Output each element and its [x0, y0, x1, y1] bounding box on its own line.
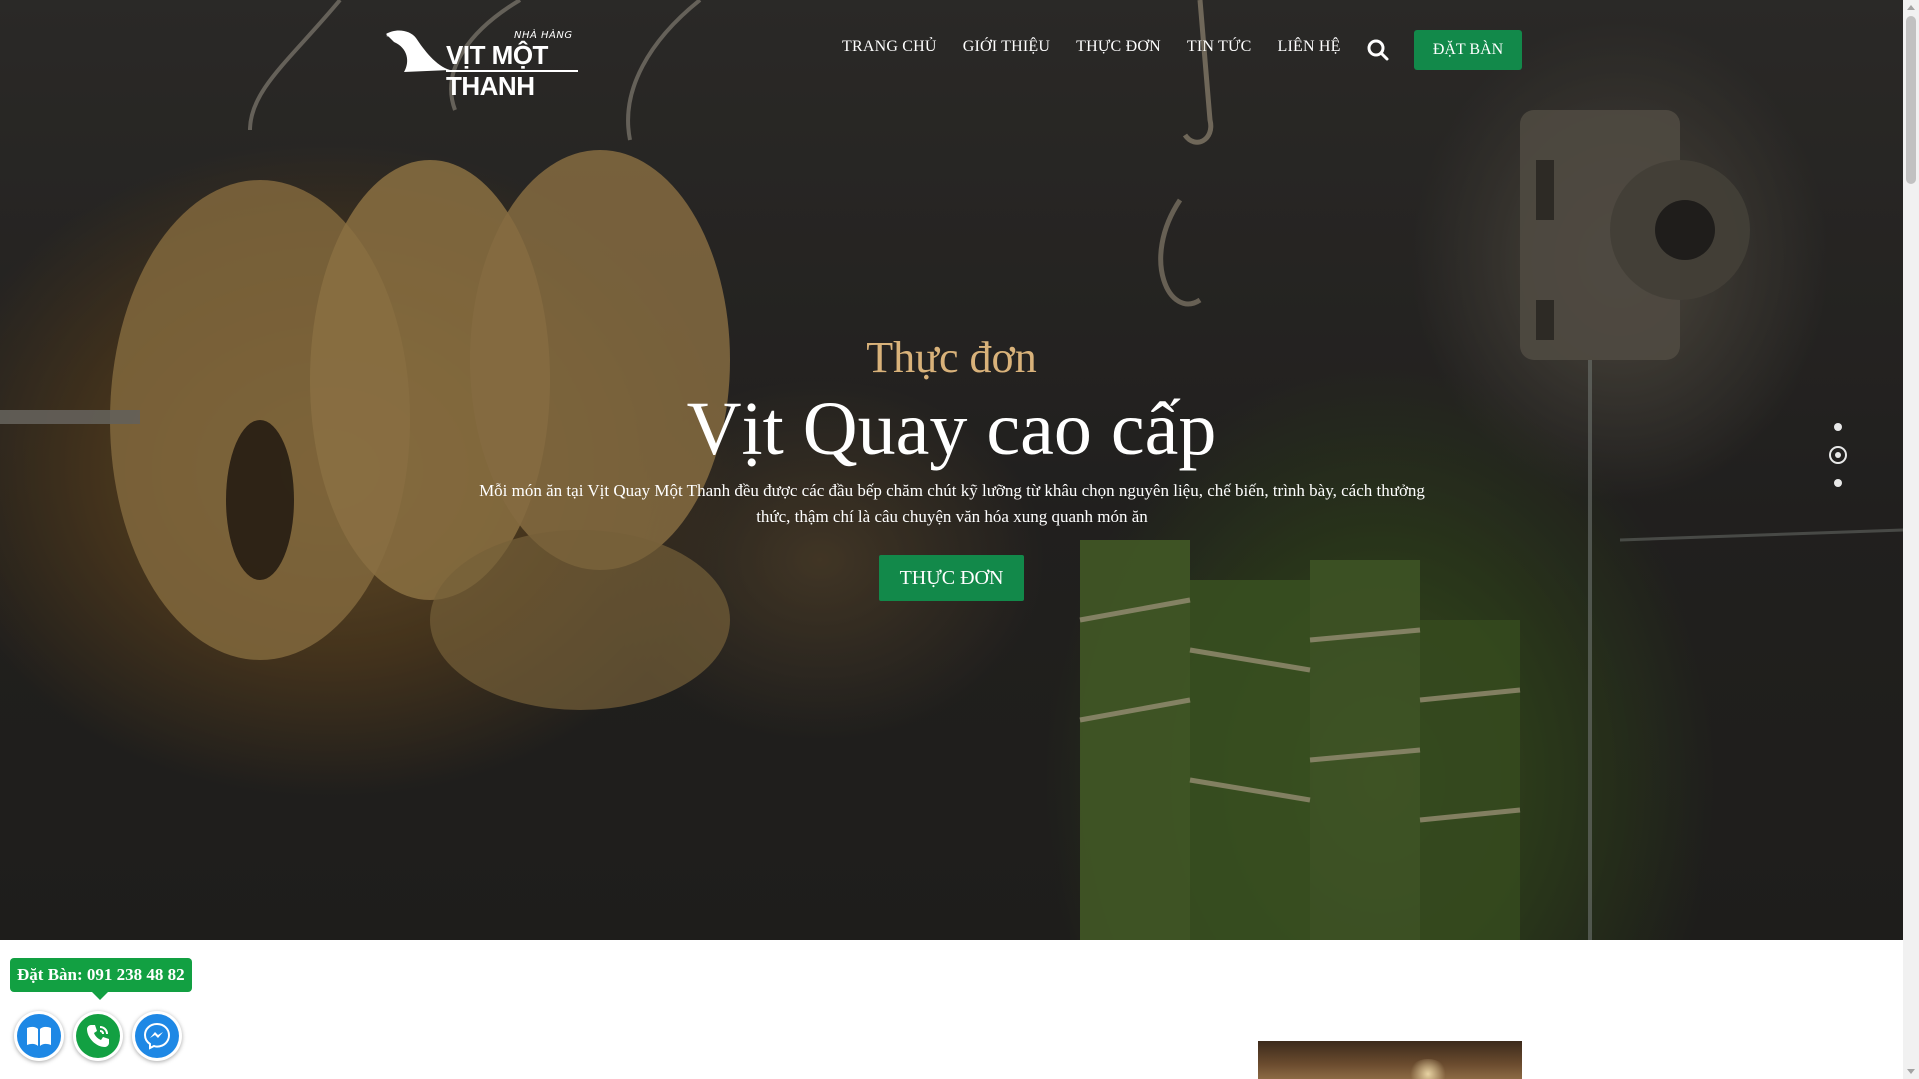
menu-book-icon: [27, 1026, 51, 1046]
phone-icon: [87, 1025, 109, 1047]
featured-dish-image: [1258, 1041, 1522, 1079]
slider-dot-2-active[interactable]: [1829, 446, 1847, 464]
nav-item-menu[interactable]: THỰC ĐƠN: [1076, 38, 1161, 56]
search-icon: [1367, 39, 1389, 61]
book-table-button[interactable]: ĐẶT BÀN: [1414, 30, 1522, 70]
page-scrollbar[interactable]: [1903, 0, 1919, 1079]
hero-title: Vịt Quay cao cấp: [686, 387, 1217, 471]
phone-booking-tag[interactable]: Đặt Bàn: 091 238 48 82: [10, 958, 192, 1000]
page-viewport: NHÀ HÀNG VỊT MỘT THANH TRANG CHỦ GIỚI TH…: [0, 0, 1903, 1079]
nav-item-about[interactable]: GIỚI THIỆU: [963, 38, 1050, 56]
scroll-down-icon[interactable]: [1907, 1069, 1915, 1074]
menu-cta-button[interactable]: THỰC ĐƠN: [879, 555, 1024, 601]
logo-underline: [446, 70, 578, 72]
messenger-icon: [143, 1022, 171, 1050]
site-logo[interactable]: NHÀ HÀNG VỊT MỘT THANH: [384, 26, 584, 101]
call-button[interactable]: [73, 1011, 123, 1061]
hero-description: Mỗi món ăn tại Vịt Quay Một Thanh đều đư…: [479, 481, 1425, 526]
search-button[interactable]: [1366, 38, 1390, 62]
scroll-up-icon[interactable]: [1907, 5, 1915, 10]
messenger-button[interactable]: [132, 1011, 182, 1061]
main-nav: TRANG CHỦ GIỚI THIỆU THỰC ĐƠN TIN TỨC LI…: [842, 38, 1367, 56]
menu-book-button[interactable]: [14, 1011, 64, 1061]
duck-logo-icon: [386, 30, 450, 72]
nav-item-home[interactable]: TRANG CHỦ: [842, 38, 937, 56]
nav-item-news[interactable]: TIN TỨC: [1187, 38, 1252, 56]
hero-slider: NHÀ HÀNG VỊT MỘT THANH TRANG CHỦ GIỚI TH…: [0, 0, 1903, 940]
slider-dot-1[interactable]: [1834, 423, 1842, 431]
scrollbar-thumb[interactable]: [1906, 16, 1916, 184]
nav-item-contact[interactable]: LIÊN HỆ: [1278, 38, 1341, 56]
hero-subtitle: Thực đơn: [866, 333, 1037, 382]
slider-dot-3[interactable]: [1834, 479, 1842, 487]
